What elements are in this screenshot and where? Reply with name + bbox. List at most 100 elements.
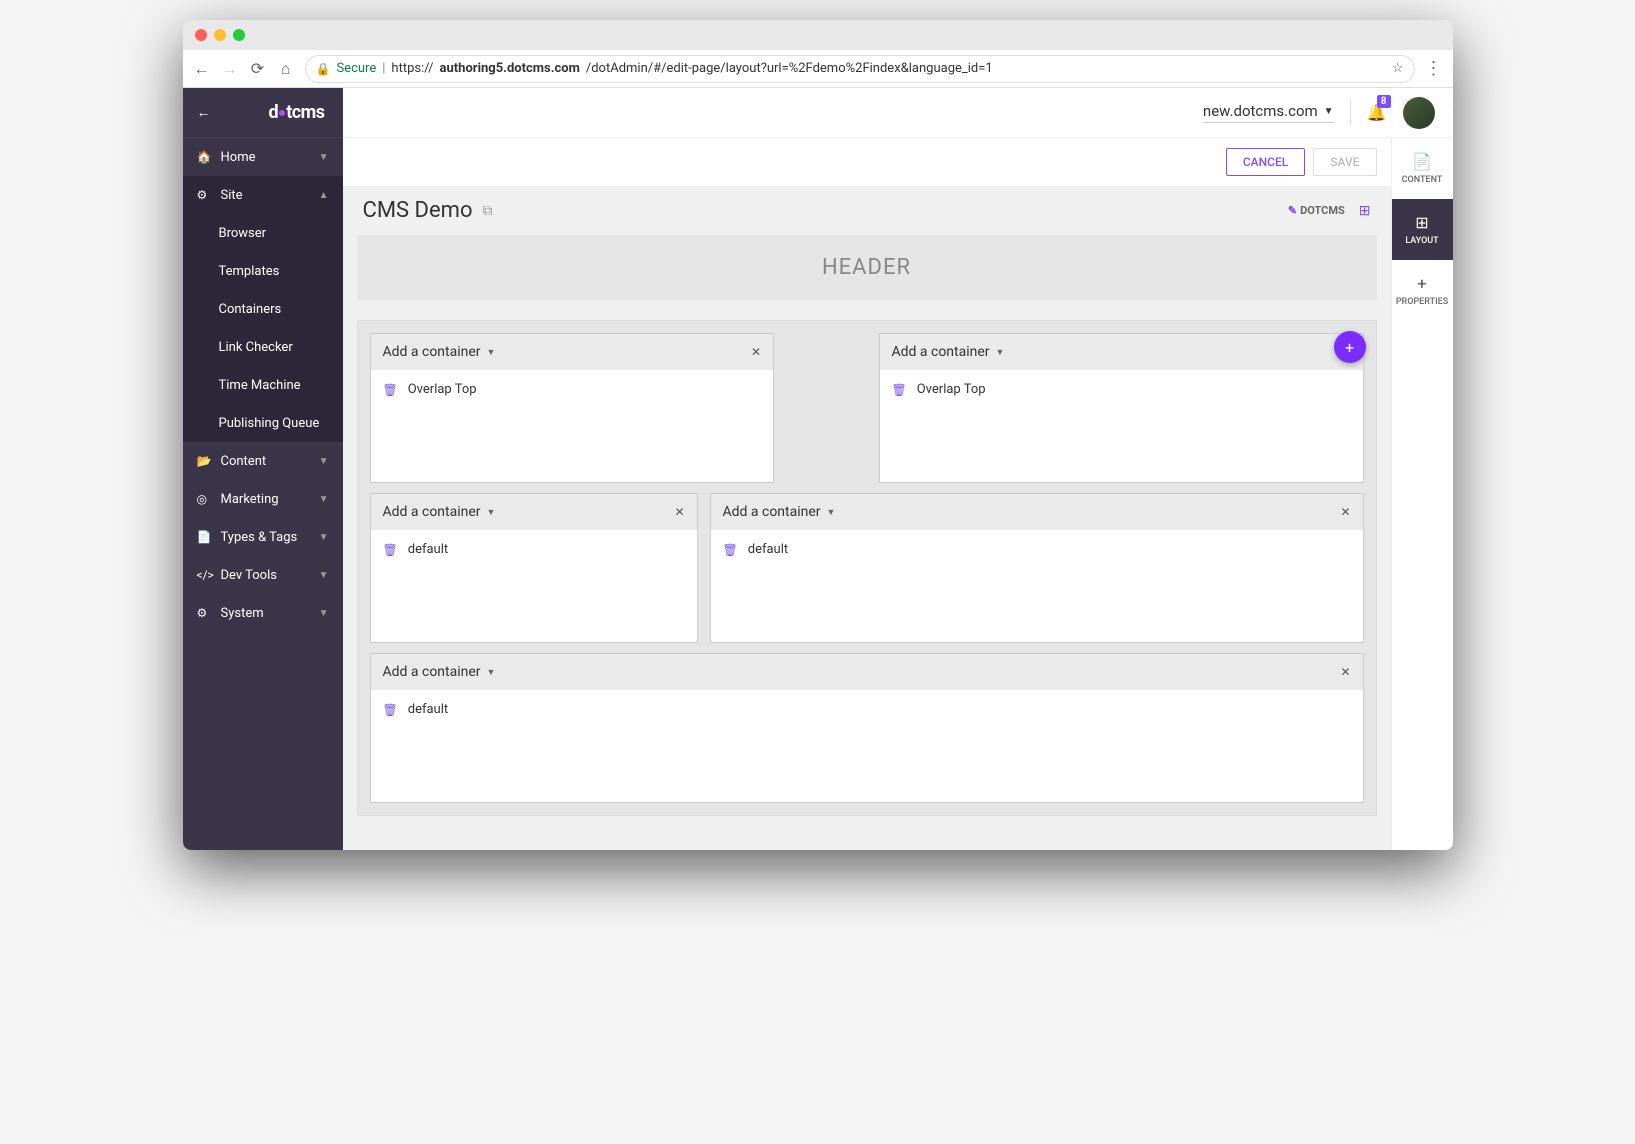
sidebar-item-label: Home bbox=[221, 150, 256, 165]
container-item: 🗑 default bbox=[383, 542, 685, 557]
secure-label: Secure bbox=[336, 61, 376, 76]
sidebar-item-system[interactable]: ⚙ System ▼ bbox=[183, 594, 343, 632]
nav-back-button[interactable]: ← bbox=[193, 60, 211, 78]
grid-view-icon[interactable]: ⊞ bbox=[1359, 203, 1371, 219]
remove-box-icon[interactable]: ✕ bbox=[751, 345, 761, 359]
page-title-bar: CMS Demo ⧉ ✎ DOTCMS ⊞ bbox=[343, 186, 1391, 235]
site-icon: ⚙ bbox=[197, 188, 211, 202]
trash-icon[interactable]: 🗑 bbox=[723, 543, 738, 557]
app-body: ← dtcms 🏠 Home ▼ ⚙ Site ▲ Browser Templa… bbox=[183, 88, 1453, 850]
grid-box[interactable]: Add a container ▼ ✕ 🗑 Overlap Top bbox=[370, 333, 775, 483]
tab-layout[interactable]: ⊞ LAYOUT bbox=[1392, 199, 1453, 260]
add-container-dropdown[interactable]: Add a container bbox=[383, 344, 481, 360]
bookmark-star-icon[interactable]: ☆ bbox=[1392, 61, 1404, 76]
sidebar-subitem-time-machine[interactable]: Time Machine bbox=[183, 366, 343, 404]
box-body: 🗑 Overlap Top bbox=[371, 370, 774, 482]
box-header: Add a container ▼ ✕ bbox=[371, 654, 1363, 690]
divider bbox=[1350, 101, 1351, 125]
sidebar-item-home[interactable]: 🏠 Home ▼ bbox=[183, 138, 343, 176]
sidebar-subitem-label: Time Machine bbox=[219, 378, 301, 393]
browser-menu-button[interactable]: ⋮ bbox=[1425, 58, 1443, 79]
box-body: 🗑 default bbox=[371, 690, 1363, 802]
add-container-dropdown[interactable]: Add a container bbox=[892, 344, 990, 360]
grid-box[interactable]: Add a container ▼ ✕ 🗑 default bbox=[370, 653, 1364, 803]
grid-row: Add a container ▼ ✕ 🗑 default bbox=[370, 653, 1364, 803]
logo-dot-icon bbox=[279, 110, 285, 116]
box-header: Add a container ▼ ✕ bbox=[711, 494, 1363, 530]
minimize-window-button[interactable] bbox=[214, 29, 226, 41]
gear-icon: ⚙ bbox=[197, 606, 211, 620]
remove-box-icon[interactable]: ✕ bbox=[1340, 665, 1350, 679]
layout-grid: + Add a container ▼ ✕ 🗑 bbox=[357, 320, 1377, 816]
sidebar-item-types-tags[interactable]: 📄 Types & Tags ▼ bbox=[183, 518, 343, 556]
code-icon: </> bbox=[197, 568, 211, 582]
sidebar-subitem-publishing-queue[interactable]: Publishing Queue bbox=[183, 404, 343, 442]
remove-box-icon[interactable]: ✕ bbox=[1340, 505, 1350, 519]
trash-icon[interactable]: 🗑 bbox=[892, 383, 907, 397]
grid-box[interactable]: Add a container ▼ ✕ 🗑 default bbox=[710, 493, 1364, 643]
grid-box[interactable]: Add a container ▼ ✕ 🗑 Overlap Top bbox=[879, 333, 1364, 483]
sidebar-subitem-containers[interactable]: Containers bbox=[183, 290, 343, 328]
target-icon: ◎ bbox=[197, 492, 211, 506]
chevron-up-icon: ▲ bbox=[319, 190, 329, 201]
tab-properties[interactable]: + PROPERTIES bbox=[1392, 260, 1453, 321]
url-bar[interactable]: 🔒 Secure | https://authoring5.dotcms.com… bbox=[305, 55, 1415, 83]
sidebar-top: ← dtcms bbox=[183, 88, 343, 138]
sidebar-item-content[interactable]: 📂 Content ▼ bbox=[183, 442, 343, 480]
container-item-label: default bbox=[408, 702, 448, 717]
close-window-button[interactable] bbox=[195, 29, 207, 41]
home-icon: 🏠 bbox=[197, 150, 211, 164]
main-area: new.dotcms.com ▼ 🔔 8 CANCEL SAVE bbox=[343, 88, 1453, 850]
url-text-prefix: https:// bbox=[391, 61, 433, 76]
logo-pre: d bbox=[269, 102, 279, 123]
layout-header-section: HEADER bbox=[357, 235, 1377, 300]
nav-forward-button[interactable]: → bbox=[221, 60, 239, 78]
grid-row: Add a container ▼ ✕ 🗑 Overlap Top bbox=[370, 333, 1364, 483]
sidebar-item-marketing[interactable]: ◎ Marketing ▼ bbox=[183, 480, 343, 518]
trash-icon[interactable]: 🗑 bbox=[383, 383, 398, 397]
url-divider: | bbox=[382, 61, 385, 76]
avatar[interactable] bbox=[1403, 97, 1435, 129]
domain-selector[interactable]: new.dotcms.com ▼ bbox=[1203, 102, 1334, 123]
nav-home-button[interactable]: ⌂ bbox=[277, 60, 295, 78]
file-icon: 📄 bbox=[1412, 152, 1432, 171]
cancel-button[interactable]: CANCEL bbox=[1226, 148, 1305, 176]
grid-box[interactable]: Add a container ▼ ✕ 🗑 default bbox=[370, 493, 698, 643]
caret-down-icon: ▼ bbox=[1324, 106, 1334, 117]
theme-selector[interactable]: ✎ DOTCMS bbox=[1288, 204, 1345, 217]
notification-button[interactable]: 🔔 8 bbox=[1367, 103, 1387, 122]
caret-down-icon: ▼ bbox=[996, 347, 1005, 358]
maximize-window-button[interactable] bbox=[233, 29, 245, 41]
grid-spacer bbox=[786, 333, 867, 483]
sidebar-item-dev-tools[interactable]: </> Dev Tools ▼ bbox=[183, 556, 343, 594]
add-container-dropdown[interactable]: Add a container bbox=[723, 504, 821, 520]
sidebar-subitem-label: Templates bbox=[219, 264, 280, 279]
notification-badge: 8 bbox=[1377, 95, 1391, 108]
sidebar-item-label: Content bbox=[221, 454, 267, 469]
box-header: Add a container ▼ ✕ bbox=[371, 494, 697, 530]
add-row-fab[interactable]: + bbox=[1334, 331, 1366, 363]
top-header: new.dotcms.com ▼ 🔔 8 bbox=[343, 88, 1453, 138]
trash-icon[interactable]: 🗑 bbox=[383, 543, 398, 557]
sidebar-subitem-browser[interactable]: Browser bbox=[183, 214, 343, 252]
sidebar-subitem-templates[interactable]: Templates bbox=[183, 252, 343, 290]
tab-label: LAYOUT bbox=[1405, 236, 1438, 246]
tab-content[interactable]: 📄 CONTENT bbox=[1392, 138, 1453, 199]
theme-label: DOTCMS bbox=[1300, 204, 1345, 217]
layout-header-label: HEADER bbox=[822, 255, 911, 280]
sidebar-back-button[interactable]: ← bbox=[197, 104, 211, 121]
add-container-dropdown[interactable]: Add a container bbox=[383, 664, 481, 680]
copy-icon[interactable]: ⧉ bbox=[483, 203, 493, 219]
sidebar-subitem-label: Publishing Queue bbox=[219, 416, 320, 431]
lock-icon: 🔒 bbox=[316, 62, 331, 76]
sidebar-item-site[interactable]: ⚙ Site ▲ bbox=[183, 176, 343, 214]
sidebar-subitem-label: Containers bbox=[219, 302, 282, 317]
sidebar: ← dtcms 🏠 Home ▼ ⚙ Site ▲ Browser Templa… bbox=[183, 88, 343, 850]
trash-icon[interactable]: 🗑 bbox=[383, 703, 398, 717]
add-container-dropdown[interactable]: Add a container bbox=[383, 504, 481, 520]
page-title: CMS Demo bbox=[363, 198, 473, 223]
sidebar-subitem-link-checker[interactable]: Link Checker bbox=[183, 328, 343, 366]
remove-box-icon[interactable]: ✕ bbox=[674, 505, 684, 519]
nav-reload-button[interactable]: ⟳ bbox=[249, 60, 267, 78]
pencil-icon: ✎ bbox=[1288, 204, 1297, 217]
